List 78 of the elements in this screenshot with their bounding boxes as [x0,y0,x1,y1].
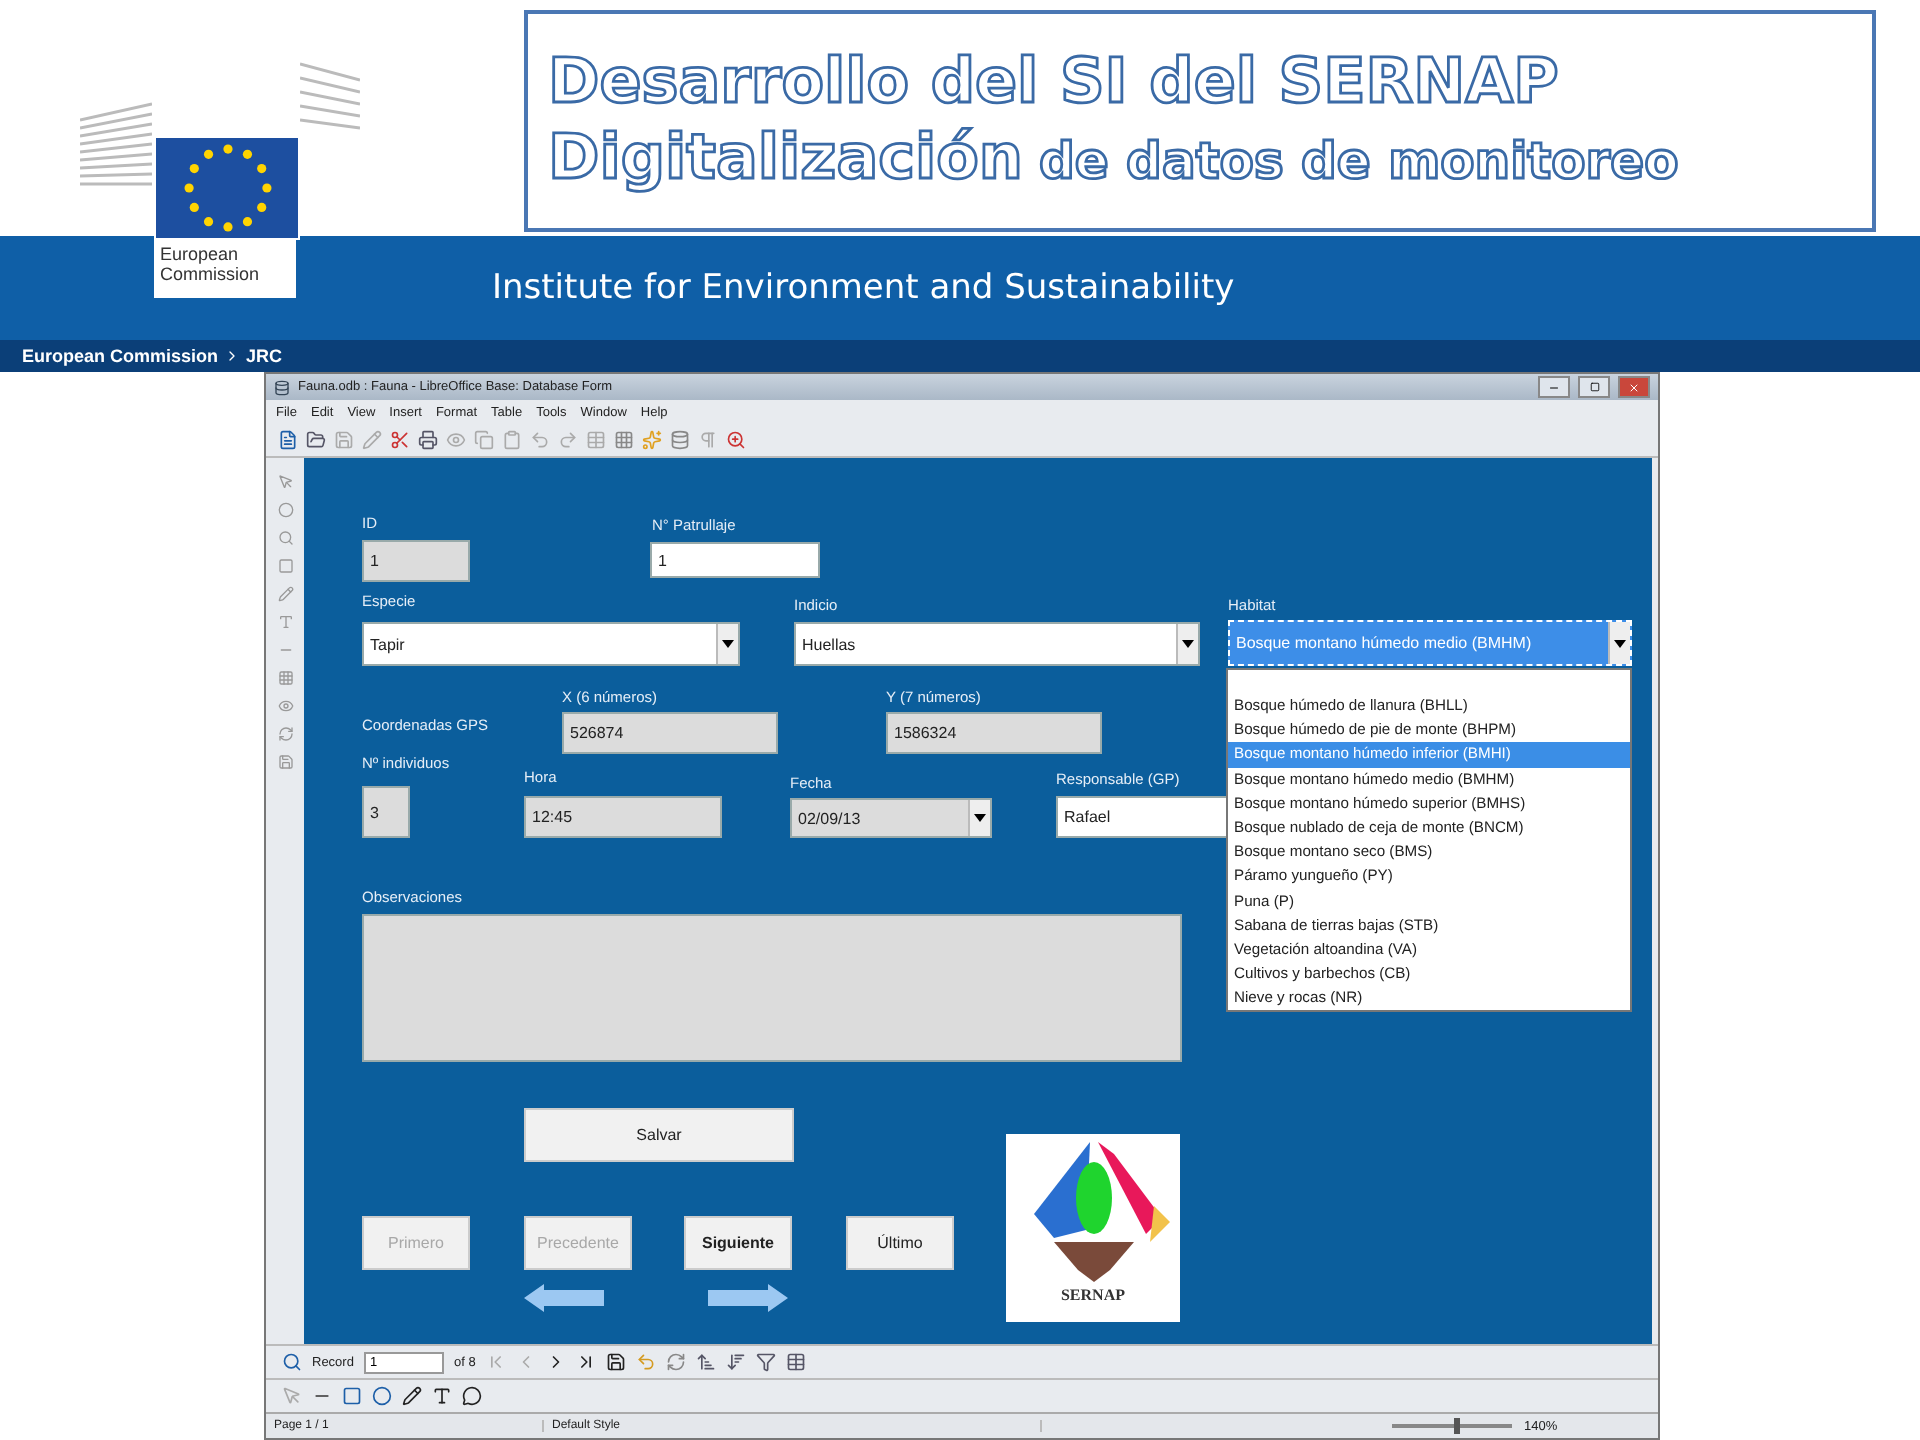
dropdown-field[interactable]: Huellas [794,622,1200,666]
dropdown-arrow-icon [1182,640,1194,648]
pilcrow-icon[interactable] [698,430,718,450]
maximize-button[interactable] [1578,376,1610,398]
input-field[interactable]: 3 [362,786,410,838]
input-field[interactable]: 12:45 [524,796,722,838]
sort-ascending-icon[interactable] [695,1352,716,1372]
left-arrow-icon [524,1284,604,1312]
folder-icon[interactable] [306,430,326,450]
scissors-icon[interactable] [390,430,410,450]
dropdown-field[interactable]: Tapir [362,622,740,666]
stars-circle-icon [181,142,273,234]
tool-icon[interactable] [277,754,293,770]
institute-name: Institute for Environment and Sustainability [492,268,1235,308]
input-field[interactable]: 1 [362,540,470,582]
tool-icon[interactable] [277,474,293,490]
copy-icon[interactable] [474,430,494,450]
logo-text: SERNAP [1060,1286,1125,1304]
nav-button[interactable]: Último [846,1216,954,1270]
right-arrow-icon [708,1284,788,1312]
last-icon[interactable] [575,1352,596,1372]
preview-icon[interactable] [446,430,466,450]
slide-subtitle: Digitalización [548,121,1023,196]
database-icon [274,379,290,395]
text-icon[interactable] [432,1386,452,1406]
search-icon[interactable] [282,1352,302,1372]
input-field[interactable]: 526874 [562,712,778,754]
dropdown-field[interactable]: 02/09/13 [790,798,992,838]
tool-icon[interactable] [277,530,293,546]
save-record-icon[interactable] [605,1352,626,1372]
new-document-icon[interactable] [278,430,298,450]
tool-icon[interactable] [277,670,293,686]
clipboard-icon[interactable] [502,430,522,450]
zoom-thumb[interactable] [1454,1418,1461,1434]
zoom-icon[interactable] [726,430,746,450]
maximize-icon [1589,382,1599,392]
input-field[interactable]: Rafael [1056,796,1232,838]
logo-caption: European Commission [154,238,296,298]
tool-icon[interactable] [277,502,293,518]
ellipse-icon[interactable] [372,1386,392,1406]
dropdown-arrow-icon [974,814,986,822]
first-icon[interactable] [485,1352,506,1372]
input-field[interactable]: 1586324 [886,712,1102,754]
breadcrumb-link[interactable]: European Commission [22,346,219,366]
close-icon [1628,381,1640,393]
tool-icon[interactable] [277,558,293,574]
table-icon[interactable] [785,1352,806,1372]
slide-title: Desarrollo del SI del SERNAP [548,46,1561,121]
edit-icon[interactable] [362,430,382,450]
save-button[interactable]: Salvar [524,1108,794,1162]
rectangle-icon[interactable] [342,1386,362,1406]
dropdown-arrow-icon [722,640,734,648]
pointer-icon[interactable] [282,1386,302,1406]
callout-icon[interactable] [462,1386,482,1406]
tool-icon[interactable] [277,614,293,630]
refresh-icon[interactable] [665,1352,686,1372]
redo-icon[interactable] [558,430,578,450]
breadcrumb-link[interactable]: JRC [246,346,283,366]
nav-button[interactable]: Siguiente [684,1216,792,1270]
undo-icon[interactable] [635,1352,656,1372]
minimize-icon [1548,381,1560,393]
tool-icon[interactable] [277,586,293,602]
sort-descending-icon[interactable] [725,1352,746,1372]
grid-icon[interactable] [614,430,634,450]
dropdown-arrow-icon [1614,639,1626,647]
text-area[interactable] [362,914,1182,1062]
tool-icon[interactable] [277,698,293,714]
filter-icon[interactable] [755,1352,776,1372]
tool-icon[interactable] [277,726,293,742]
undo-icon[interactable] [530,430,550,450]
input-field[interactable]: 1 [650,542,820,578]
sparkle-icon[interactable] [642,430,662,450]
database-icon[interactable] [670,430,690,450]
save-icon[interactable] [334,430,354,450]
building-wing-drawing [300,60,360,132]
slide-subtitle: de datos de monitoreo [1039,131,1679,191]
printer-icon[interactable] [418,430,438,450]
minimize-button[interactable] [1538,376,1570,398]
